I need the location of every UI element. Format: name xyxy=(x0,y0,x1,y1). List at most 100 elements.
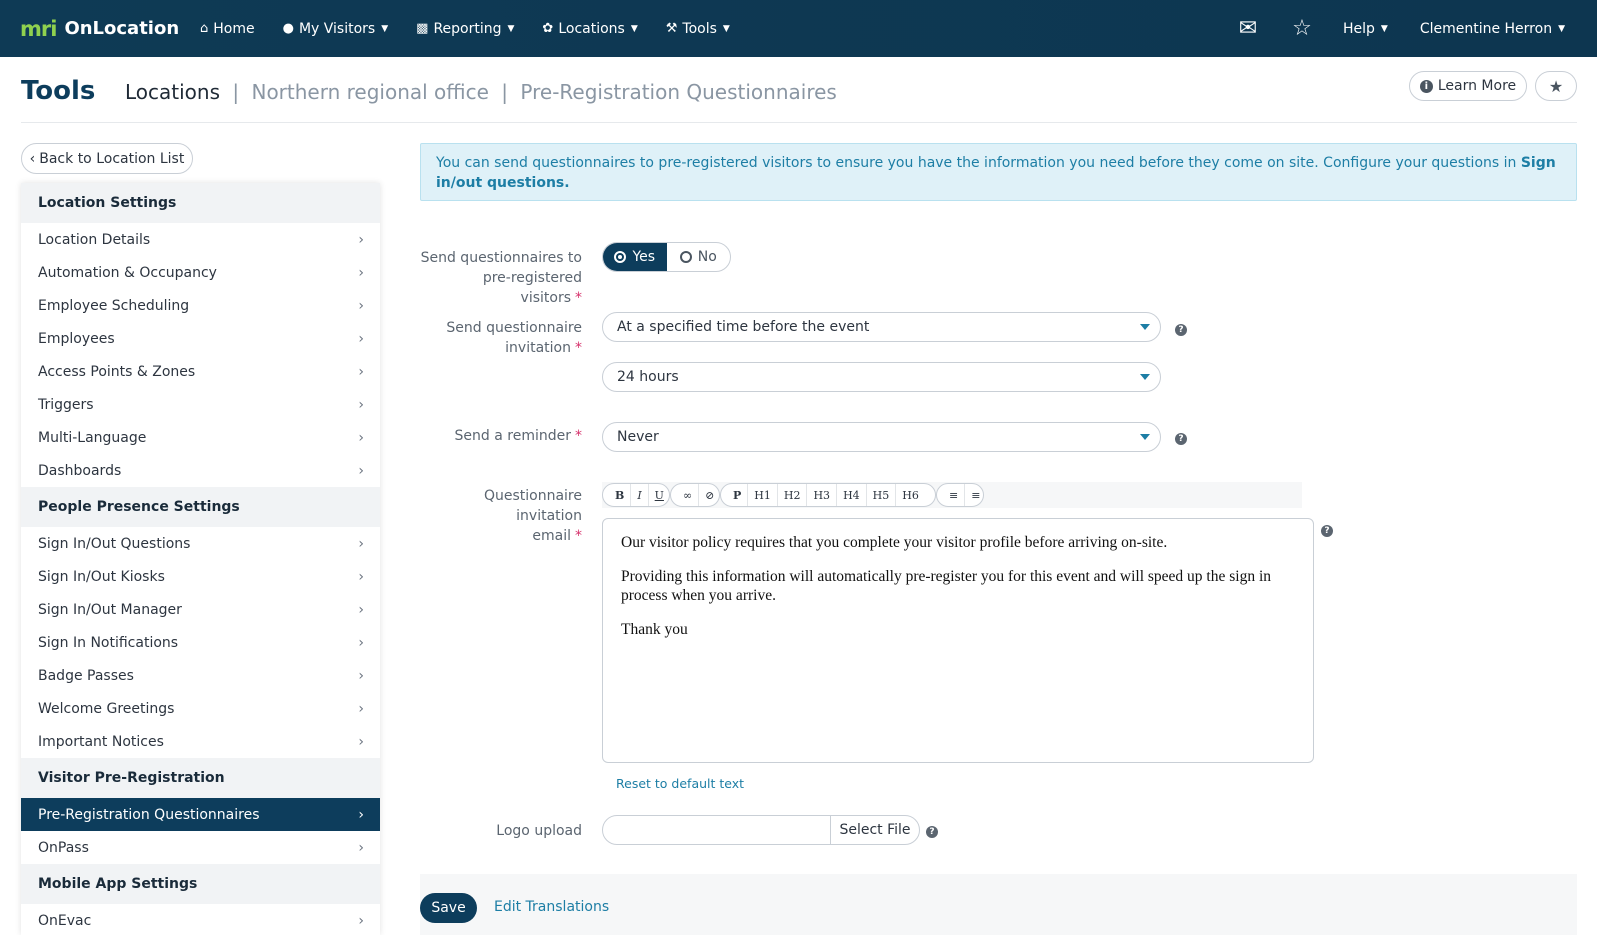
breadcrumb-locations[interactable]: Locations xyxy=(125,80,220,104)
chevron-right-icon: › xyxy=(358,806,364,823)
paragraph-button[interactable]: P xyxy=(727,484,749,506)
nav-locations[interactable]: ✿ Locations ▼ xyxy=(542,21,637,37)
reminder-label: Send a reminder * xyxy=(420,426,582,446)
logo-file-field[interactable] xyxy=(603,816,831,844)
h1-button[interactable]: H1 xyxy=(748,484,778,506)
sidebar-item-multi-language[interactable]: Multi-Language › xyxy=(21,421,380,454)
italic-button[interactable]: I xyxy=(631,484,649,506)
h6-button[interactable]: H6 xyxy=(896,484,925,506)
info-alert: You can send questionnaires to pre-regis… xyxy=(420,143,1577,201)
sidebar-item-location-details[interactable]: Location Details › xyxy=(21,223,380,256)
underline-button[interactable]: U xyxy=(649,484,670,506)
yes-label: Yes xyxy=(632,249,656,265)
h4-button[interactable]: H4 xyxy=(837,484,867,506)
chevron-right-icon: › xyxy=(358,839,364,856)
breadcrumb-location[interactable]: Northern regional office xyxy=(251,80,488,104)
help-icon[interactable]: ? xyxy=(1175,433,1187,445)
brand-logo[interactable]: mri OnLocation xyxy=(20,17,200,41)
sidebar-item-sign-in-out-manager[interactable]: Sign In/Out Manager › xyxy=(21,593,380,626)
sidebar-item-triggers[interactable]: Triggers › xyxy=(21,388,380,421)
sidebar-item-label: Access Points & Zones xyxy=(38,363,196,380)
sidebar: Location Settings Location Details › Auto… xyxy=(21,183,380,935)
chevron-right-icon: › xyxy=(358,429,364,446)
required-marker: * xyxy=(575,428,582,444)
sidebar-item-important-notices[interactable]: Important Notices › xyxy=(21,725,380,758)
sidebar-item-label: Badge Passes xyxy=(38,667,134,684)
label-line: pre-registered visitors xyxy=(482,270,582,306)
sidebar-item-label: Employees xyxy=(38,330,115,347)
ordered-list-icon[interactable]: ≡ xyxy=(943,484,966,506)
sidebar-item-label: Pre-Registration Questionnaires xyxy=(38,806,260,823)
save-button[interactable]: Save xyxy=(420,893,477,923)
back-to-location-list-button[interactable]: ‹ Back to Location List xyxy=(21,143,193,174)
editor-toolbar: B I U ∞ ⊘ P H1 H2 H3 H4 H5 H6 ≡ ≡ xyxy=(602,482,1302,508)
sidebar-item-sign-in-out-kiosks[interactable]: Sign In/Out Kiosks › xyxy=(21,560,380,593)
sidebar-item-label: Multi-Language xyxy=(38,429,147,446)
nav-user-menu[interactable]: Clementine Herron ▼ xyxy=(1420,21,1565,37)
radio-selected-icon xyxy=(614,251,627,263)
chevron-right-icon: › xyxy=(358,264,364,281)
send-invitation-select[interactable]: At a specified time before the event xyxy=(602,312,1161,342)
help-icon[interactable]: ? xyxy=(1175,324,1187,336)
sidebar-item-label: Sign In/Out Questions xyxy=(38,535,191,552)
reminder-select[interactable]: Never xyxy=(602,422,1161,452)
invitation-time-select[interactable]: 24 hours xyxy=(602,362,1161,392)
sidebar-section-people-presence: People Presence Settings xyxy=(21,487,380,527)
sidebar-item-label: Triggers xyxy=(38,396,94,413)
yes-option[interactable]: Yes xyxy=(603,243,667,271)
sidebar-item-sign-in-notifications[interactable]: Sign In Notifications › xyxy=(21,626,380,659)
chevron-right-icon: › xyxy=(358,700,364,717)
nav-tools[interactable]: ⚒ Tools ▼ xyxy=(666,21,730,37)
unlink-icon[interactable]: ⊘ xyxy=(699,484,720,506)
sidebar-item-onpass[interactable]: OnPass › xyxy=(21,831,380,864)
chevron-right-icon: › xyxy=(358,733,364,750)
star-icon[interactable]: ☆ xyxy=(1289,16,1315,41)
h2-button[interactable]: H2 xyxy=(778,484,808,506)
brand-name: OnLocation xyxy=(64,18,180,39)
sidebar-item-onevac[interactable]: OnEvac › xyxy=(21,904,380,935)
required-marker: * xyxy=(575,528,582,544)
sidebar-item-pre-registration-questionnaires[interactable]: Pre-Registration Questionnaires › xyxy=(21,798,380,831)
user-icon: ● xyxy=(282,21,294,36)
sidebar-item-badge-passes[interactable]: Badge Passes › xyxy=(21,659,380,692)
caret-down-icon xyxy=(1140,374,1150,380)
sidebar-item-welcome-greetings[interactable]: Welcome Greetings › xyxy=(21,692,380,725)
sidebar-item-sign-in-out-questions[interactable]: Sign In/Out Questions › xyxy=(21,527,380,560)
invitation-email-editor[interactable]: Our visitor policy requires that you com… xyxy=(602,518,1314,763)
reset-default-text-link[interactable]: Reset to default text xyxy=(616,776,744,791)
nav-home[interactable]: ⌂ Home xyxy=(200,21,255,37)
unordered-list-icon[interactable]: ≡ xyxy=(965,484,986,506)
chevron-right-icon: › xyxy=(358,462,364,479)
required-marker: * xyxy=(575,340,582,356)
help-icon[interactable]: ? xyxy=(1321,525,1333,537)
h5-button[interactable]: H5 xyxy=(867,484,897,506)
chevron-right-icon: › xyxy=(358,363,364,380)
h3-button[interactable]: H3 xyxy=(807,484,838,506)
sidebar-item-access-points-zones[interactable]: Access Points & Zones › xyxy=(21,355,380,388)
sidebar-item-label: Welcome Greetings xyxy=(38,700,175,717)
logo-upload-label: Logo upload xyxy=(496,823,582,839)
chevron-left-icon: ‹ xyxy=(29,150,36,167)
sidebar-item-label: Important Notices xyxy=(38,733,164,750)
learn-more-button[interactable]: i Learn More xyxy=(1409,71,1527,101)
nav-tools-label: Tools xyxy=(682,20,717,37)
mail-icon[interactable]: ✉ xyxy=(1235,16,1261,41)
no-option[interactable]: No xyxy=(667,243,731,271)
nav-locations-label: Locations xyxy=(558,20,625,37)
nav-reporting[interactable]: ▩ Reporting ▼ xyxy=(416,21,514,37)
help-icon[interactable]: ? xyxy=(926,826,938,838)
sidebar-item-dashboards[interactable]: Dashboards › xyxy=(21,454,380,487)
sidebar-item-label: OnPass xyxy=(38,839,89,856)
chevron-right-icon: › xyxy=(358,396,364,413)
select-file-button[interactable]: Select File xyxy=(831,816,919,844)
sidebar-item-employee-scheduling[interactable]: Employee Scheduling › xyxy=(21,289,380,322)
edit-translations-link[interactable]: Edit Translations xyxy=(494,899,609,915)
bold-button[interactable]: B xyxy=(609,484,632,506)
sidebar-item-employees[interactable]: Employees › xyxy=(21,322,380,355)
sidebar-item-automation-occupancy[interactable]: Automation & Occupancy › xyxy=(21,256,380,289)
favorite-button[interactable]: ★ xyxy=(1535,71,1577,101)
link-icon[interactable]: ∞ xyxy=(677,484,700,506)
sidebar-section-visitor-pre-registration: Visitor Pre-Registration xyxy=(21,758,380,798)
nav-help[interactable]: Help ▼ xyxy=(1343,21,1388,37)
nav-my-visitors[interactable]: ● My Visitors ▼ xyxy=(283,21,389,37)
